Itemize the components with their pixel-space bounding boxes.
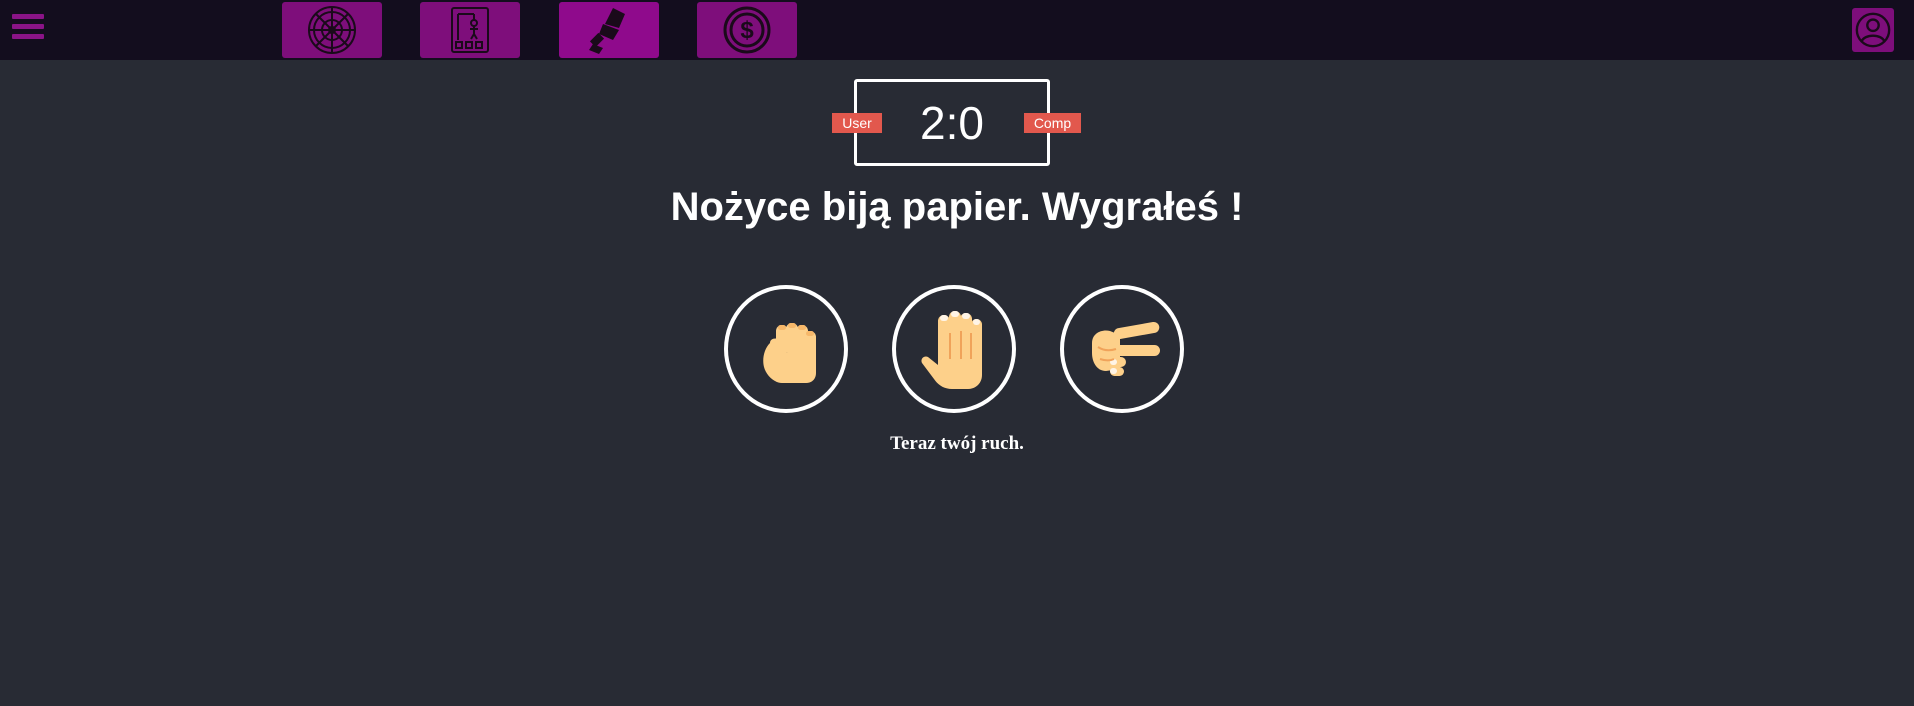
- scissors-choice-button[interactable]: [1060, 285, 1184, 413]
- result-message: Nożyce biją papier. Wygrałeś !: [670, 185, 1244, 229]
- nav-money-button[interactable]: $: [697, 2, 797, 58]
- score-display: 2:0: [920, 96, 984, 149]
- hamburger-menu-icon[interactable]: [12, 12, 44, 42]
- nav-rock-paper-scissors-button[interactable]: [559, 2, 659, 58]
- rock-paper-scissors-icon: [589, 8, 625, 54]
- rock-fist-icon: [763, 323, 816, 383]
- hangman-icon: [451, 7, 489, 53]
- user-profile-button[interactable]: [1852, 8, 1894, 52]
- top-navigation-bar: $: [0, 0, 1914, 60]
- scoreboard: 2:0: [854, 79, 1050, 166]
- user-label-badge: User: [832, 113, 882, 133]
- menu-line: [12, 14, 44, 19]
- nav-roulette-button[interactable]: [282, 2, 382, 58]
- paper-hand-icon: [921, 311, 982, 389]
- roulette-icon: [308, 6, 356, 54]
- user-profile-icon: [1855, 12, 1891, 48]
- menu-line: [12, 24, 44, 29]
- rock-choice-button[interactable]: [724, 285, 848, 413]
- paper-choice-button[interactable]: [892, 285, 1016, 413]
- turn-message: Teraz twój ruch.: [890, 433, 1024, 454]
- svg-text:$: $: [740, 17, 754, 44]
- dollar-coin-icon: $: [723, 6, 771, 54]
- menu-line: [12, 34, 44, 39]
- comp-label-badge: Comp: [1024, 113, 1081, 133]
- scissors-hand-icon: [1092, 321, 1160, 376]
- nav-hangman-button[interactable]: [420, 2, 520, 58]
